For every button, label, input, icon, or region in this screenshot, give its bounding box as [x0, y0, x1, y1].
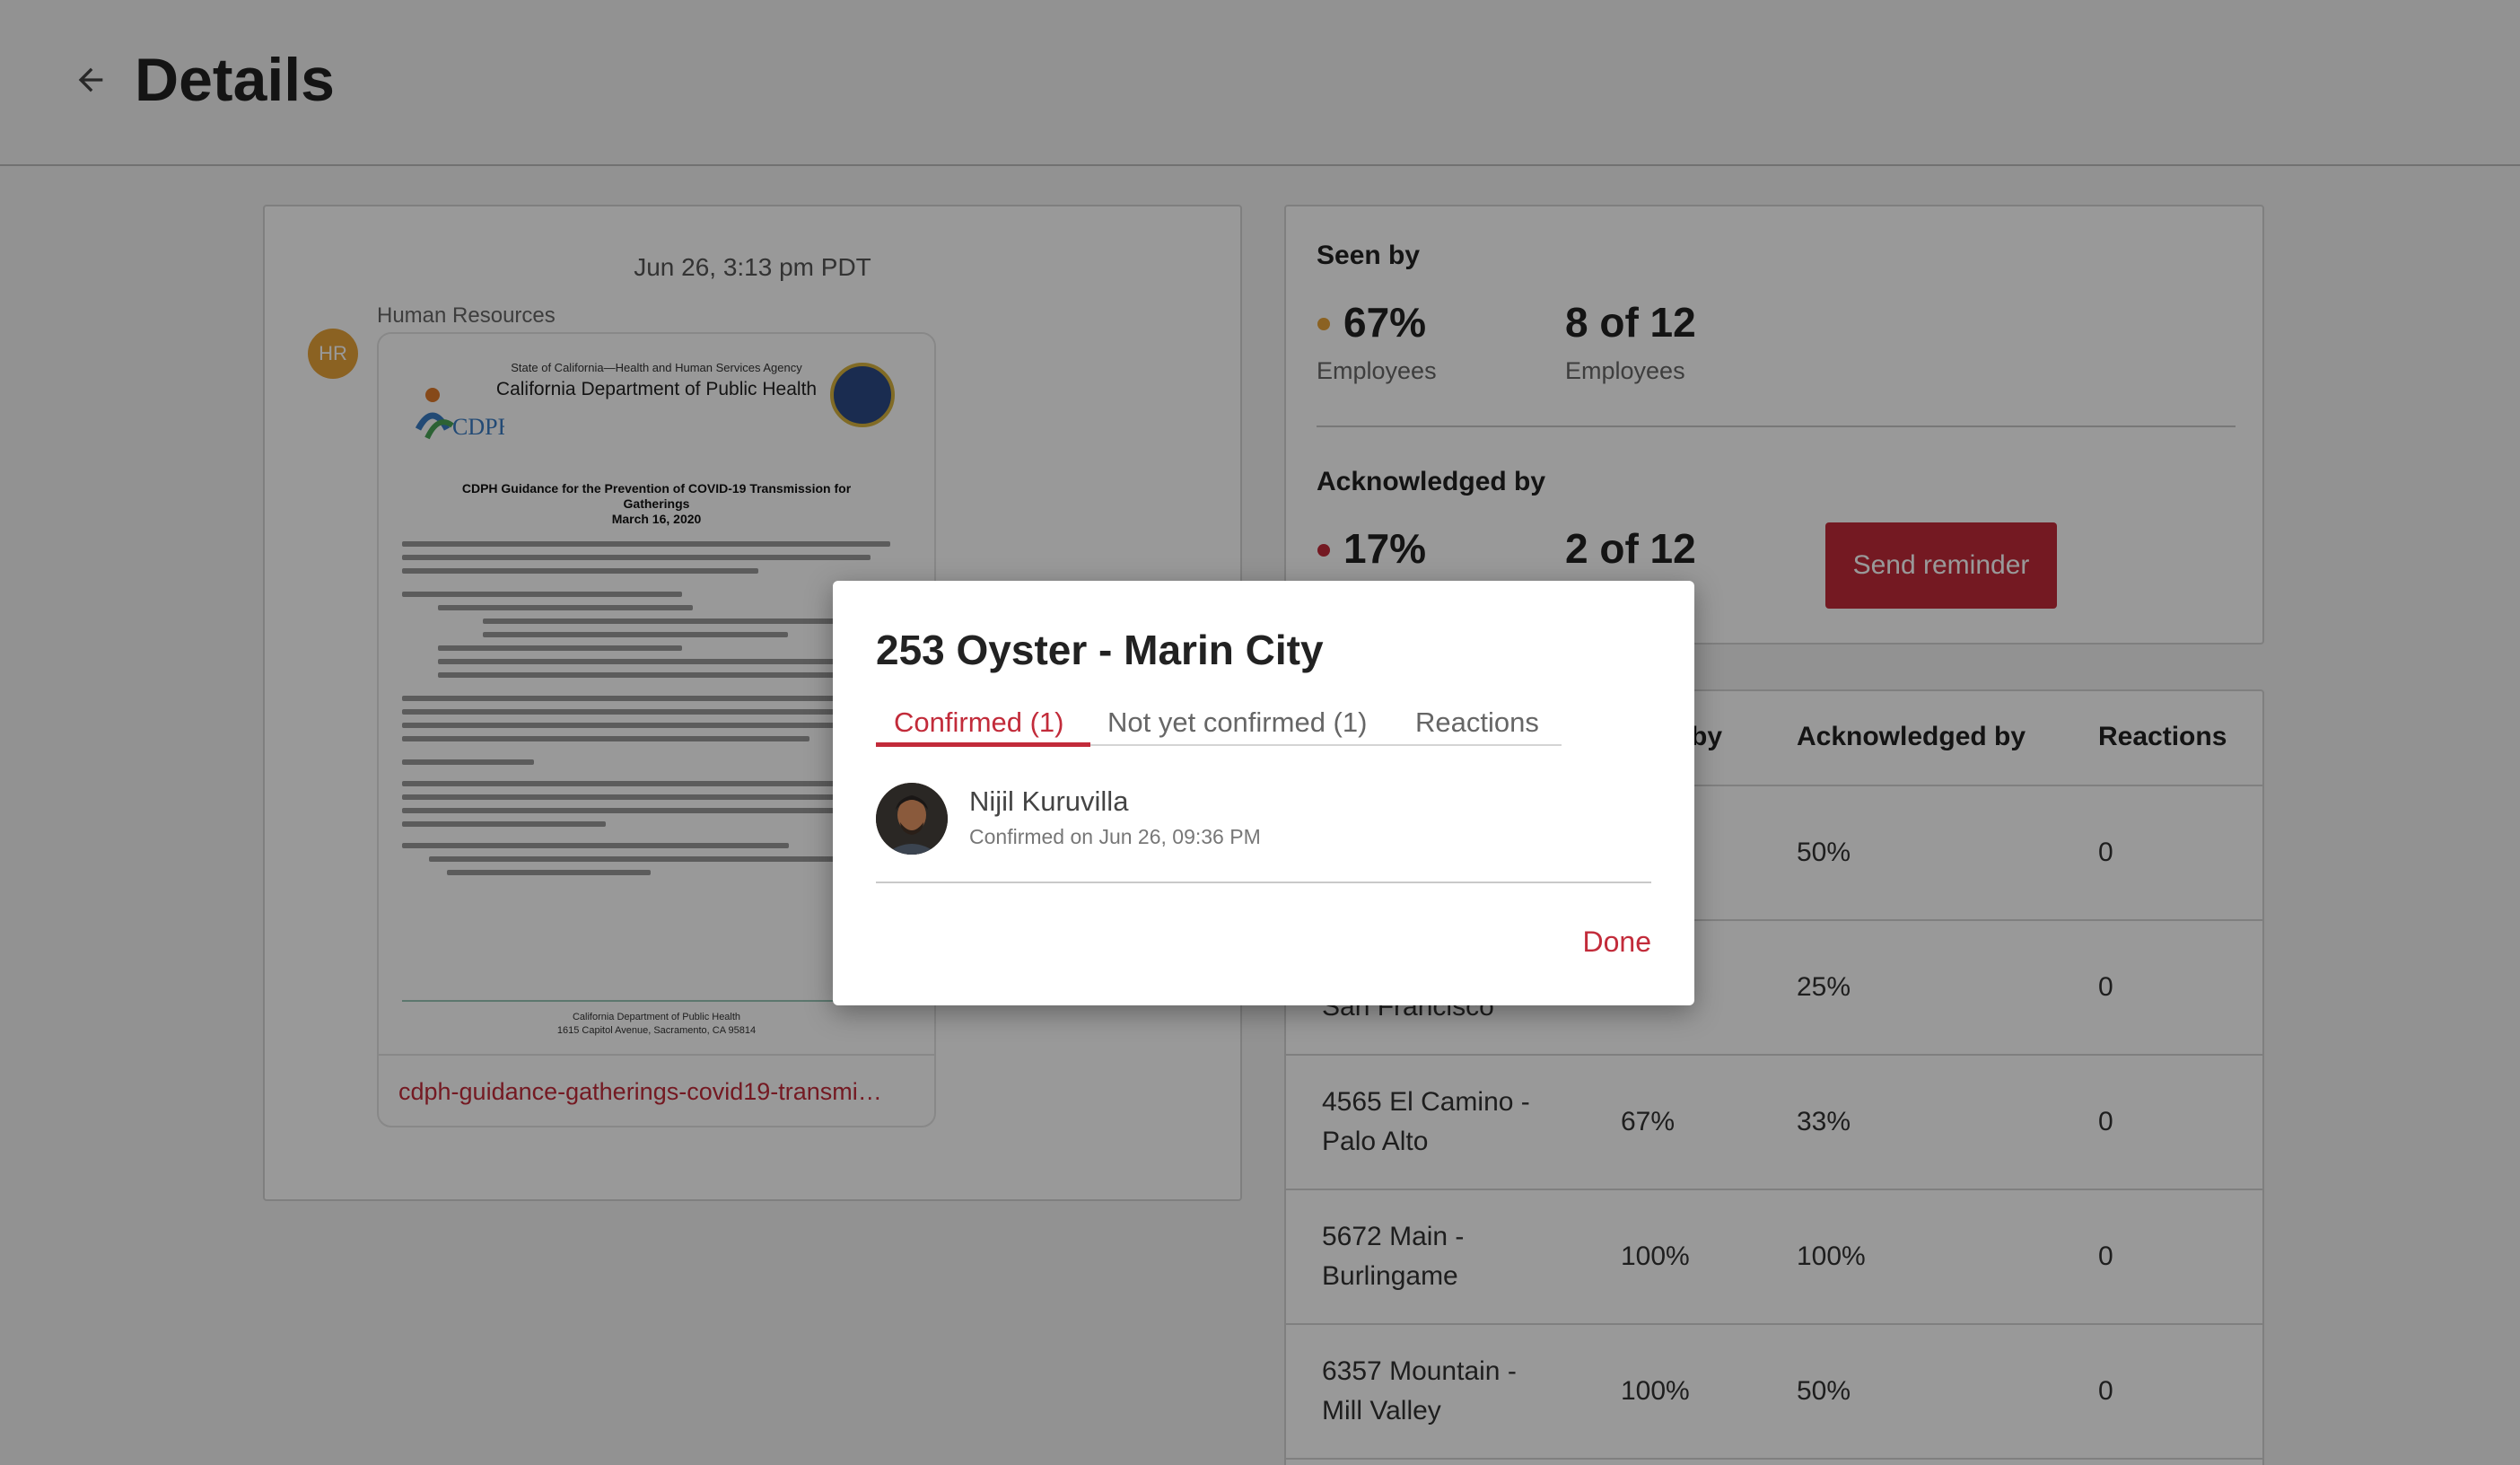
done-button[interactable]: Done	[1583, 925, 1652, 959]
dialog-title: 253 Oyster - Marin City	[876, 627, 1324, 673]
person-photo-icon	[876, 783, 948, 855]
confirmation-timestamp: Confirmed on Jun 26, 09:36 PM	[969, 825, 1261, 848]
active-tab-indicator	[876, 742, 1090, 747]
dialog-tabs: Confirmed (1) Not yet confirmed (1) Reac…	[876, 706, 1562, 747]
dialog-divider	[876, 882, 1651, 883]
avatar	[876, 783, 948, 855]
confirmation-dialog: 253 Oyster - Marin City Confirmed (1) No…	[833, 581, 1694, 1005]
tab-confirmed[interactable]: Confirmed (1)	[894, 706, 1064, 739]
tab-not-yet-confirmed[interactable]: Not yet confirmed (1)	[1107, 706, 1367, 739]
tab-reactions[interactable]: Reactions	[1415, 706, 1539, 739]
person-name: Nijil Kuruvilla	[969, 785, 1129, 817]
